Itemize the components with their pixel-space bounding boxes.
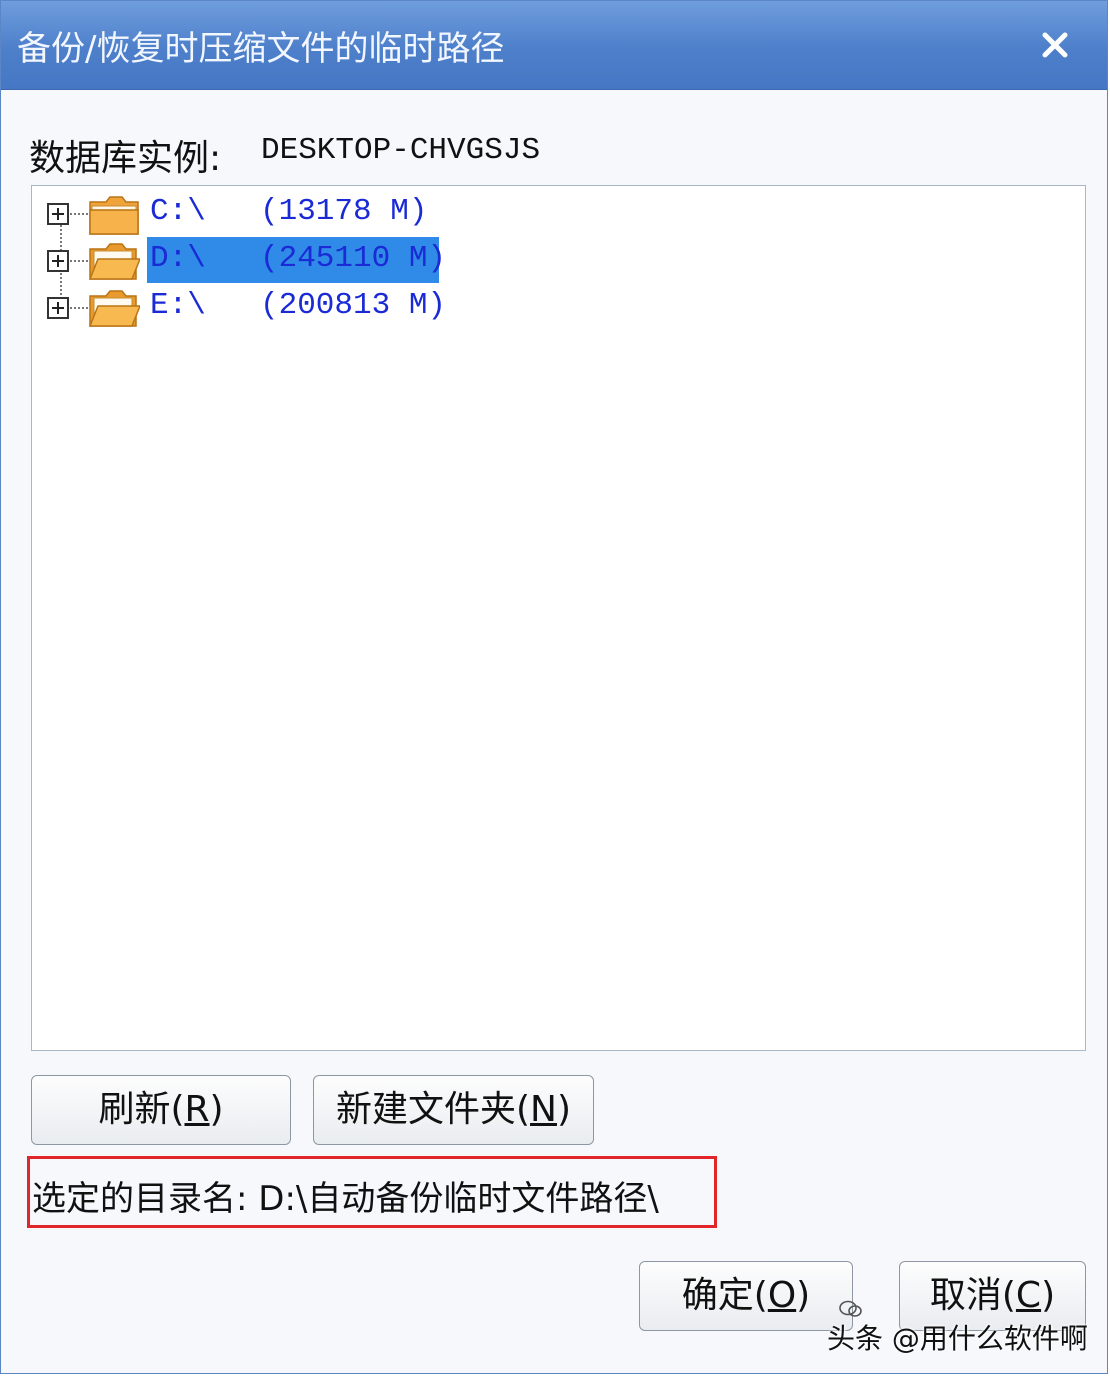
ok-button-label: 确定( xyxy=(681,1275,768,1316)
ok-button-hotkey: O xyxy=(767,1275,797,1316)
folder-open-icon xyxy=(88,290,140,327)
watermark-text: 头条 @用什么软件啊 xyxy=(827,1322,1088,1355)
expand-icon[interactable] xyxy=(47,250,69,272)
folder-open-icon xyxy=(88,243,140,280)
dialog-window: 备份/恢复时压缩文件的临时路径 数据库实例: DESKTOP-CHVGSJS C… xyxy=(0,0,1108,1374)
refresh-button-label: 刷新( xyxy=(98,1089,185,1130)
selected-directory-box: 选定的目录名: D:\自动备份临时文件路径\ xyxy=(27,1156,717,1228)
drive-size: (200813 M) xyxy=(260,288,447,323)
folder-tree[interactable]: C:\ (13178 M) D:\ (245110 M) E:\ (200813… xyxy=(31,185,1086,1051)
title-bar[interactable]: 备份/恢复时压缩文件的临时路径 xyxy=(1,1,1107,90)
cancel-button-label: 取消( xyxy=(929,1275,1016,1316)
database-instance-value: DESKTOP-CHVGSJS xyxy=(261,133,541,168)
database-instance-label: 数据库实例: xyxy=(29,138,222,179)
ok-button[interactable]: 确定(O) xyxy=(639,1261,853,1331)
tree-connector xyxy=(70,213,88,215)
expand-icon[interactable] xyxy=(47,297,69,319)
drive-name: C:\ xyxy=(150,194,206,229)
new-folder-button[interactable]: 新建文件夹(N) xyxy=(313,1075,594,1145)
drive-name: E:\ xyxy=(150,288,206,323)
selected-directory-text: 选定的目录名: D:\自动备份临时文件路径\ xyxy=(32,1179,659,1219)
expand-icon[interactable] xyxy=(47,203,69,225)
close-icon xyxy=(1042,32,1068,58)
tree-connector xyxy=(70,260,88,262)
new-folder-button-label: 新建文件夹( xyxy=(335,1089,531,1130)
refresh-button[interactable]: 刷新(R) xyxy=(31,1075,291,1145)
new-folder-button-label-end: ) xyxy=(556,1089,572,1130)
watermark-logo-icon xyxy=(839,1300,862,1317)
folder-closed-icon xyxy=(89,196,139,235)
cancel-button-label-end: ) xyxy=(1041,1275,1056,1316)
tree-item-d[interactable]: D:\ (245110 M) xyxy=(32,237,532,283)
tree-item-c[interactable]: C:\ (13178 M) xyxy=(32,190,532,235)
cancel-button-hotkey: C xyxy=(1015,1275,1042,1316)
refresh-button-hotkey: R xyxy=(184,1089,210,1130)
tree-item-e[interactable]: E:\ (200813 M) xyxy=(32,284,532,328)
ok-button-label-end: ) xyxy=(796,1275,811,1316)
new-folder-button-hotkey: N xyxy=(530,1089,557,1130)
refresh-button-label-end: ) xyxy=(209,1089,224,1130)
drive-name: D:\ xyxy=(150,241,206,276)
tree-connector xyxy=(70,307,88,309)
drive-size: (245110 M) xyxy=(260,241,447,276)
window-title: 备份/恢复时压缩文件的临时路径 xyxy=(17,29,505,69)
close-button[interactable] xyxy=(1031,21,1079,69)
drive-size: (13178 M) xyxy=(260,194,428,229)
